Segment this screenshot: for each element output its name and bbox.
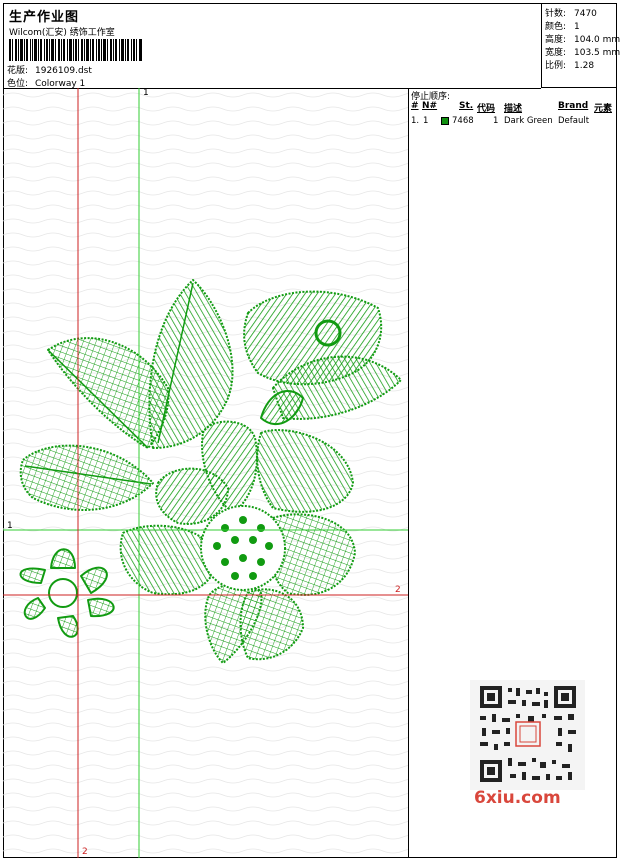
stats-panel: 针数: 7470 颜色: 1 高度: 104.0 mm 宽度: 103.5 mm 比例:…: [541, 3, 620, 88]
stitches-row: 针数: 7470: [545, 6, 597, 19]
colors-row: 颜色: 1: [545, 19, 580, 32]
colors-value: 1: [574, 22, 580, 32]
design-row: 花版: 1926109.dst: [7, 63, 92, 76]
design-canvas[interactable]: 1 1 2 2: [3, 88, 409, 858]
row-stitches: 1: [493, 116, 499, 126]
header-panel: 生产作业图 Wilcom(汇安) 绣饰工作室 花版: 1926109.dst 色…: [3, 3, 541, 89]
col-header-code: 代码: [477, 104, 496, 114]
colors-label: 颜色:: [545, 22, 567, 32]
row-brand: Default: [558, 116, 590, 126]
height-row: 高度: 104.0 mm: [545, 32, 620, 45]
guide-label-h2: 2: [395, 585, 401, 595]
height-label: 高度:: [545, 35, 567, 45]
col-header-description: 描述: [504, 104, 523, 114]
scale-label: 比例:: [545, 61, 567, 71]
watermark-text: 6xiu.com: [474, 788, 561, 808]
col-header-stitches: St.: [459, 101, 474, 111]
row-description: Dark Green: [504, 116, 553, 126]
page-title: 生产作业图: [9, 10, 80, 25]
guide-label-v1: 1: [143, 88, 149, 98]
col-header-brand: Brand: [558, 101, 589, 111]
barcode: [9, 39, 142, 61]
row-index: 1.: [411, 116, 420, 126]
embroidery-drawing: [3, 88, 408, 858]
studio-name: Wilcom(汇安) 绣饰工作室: [9, 28, 115, 38]
qr-code: [470, 680, 585, 790]
col-header-element: 元素: [594, 104, 613, 114]
height-value: 104.0 mm: [574, 35, 620, 45]
width-row: 宽度: 103.5 mm: [545, 45, 620, 58]
thread-color-swatch: [441, 117, 449, 125]
design-label: 花版:: [7, 66, 29, 76]
width-label: 宽度:: [545, 48, 567, 58]
stitches-value: 7470: [574, 9, 597, 19]
stitches-label: 针数:: [545, 9, 567, 19]
scale-row: 比例: 1.28: [545, 58, 594, 71]
guide-label-v2: 2: [82, 847, 88, 857]
guide-label-h1: 1: [7, 521, 13, 531]
design-value: 1926109.dst: [35, 66, 92, 76]
col-header-needle: N#: [422, 101, 438, 111]
col-header-index: #: [411, 101, 419, 111]
scale-value: 1.28: [574, 61, 595, 71]
width-value: 103.5 mm: [574, 48, 620, 58]
row-code: 7468: [452, 116, 474, 126]
row-needle: 1: [423, 116, 429, 126]
